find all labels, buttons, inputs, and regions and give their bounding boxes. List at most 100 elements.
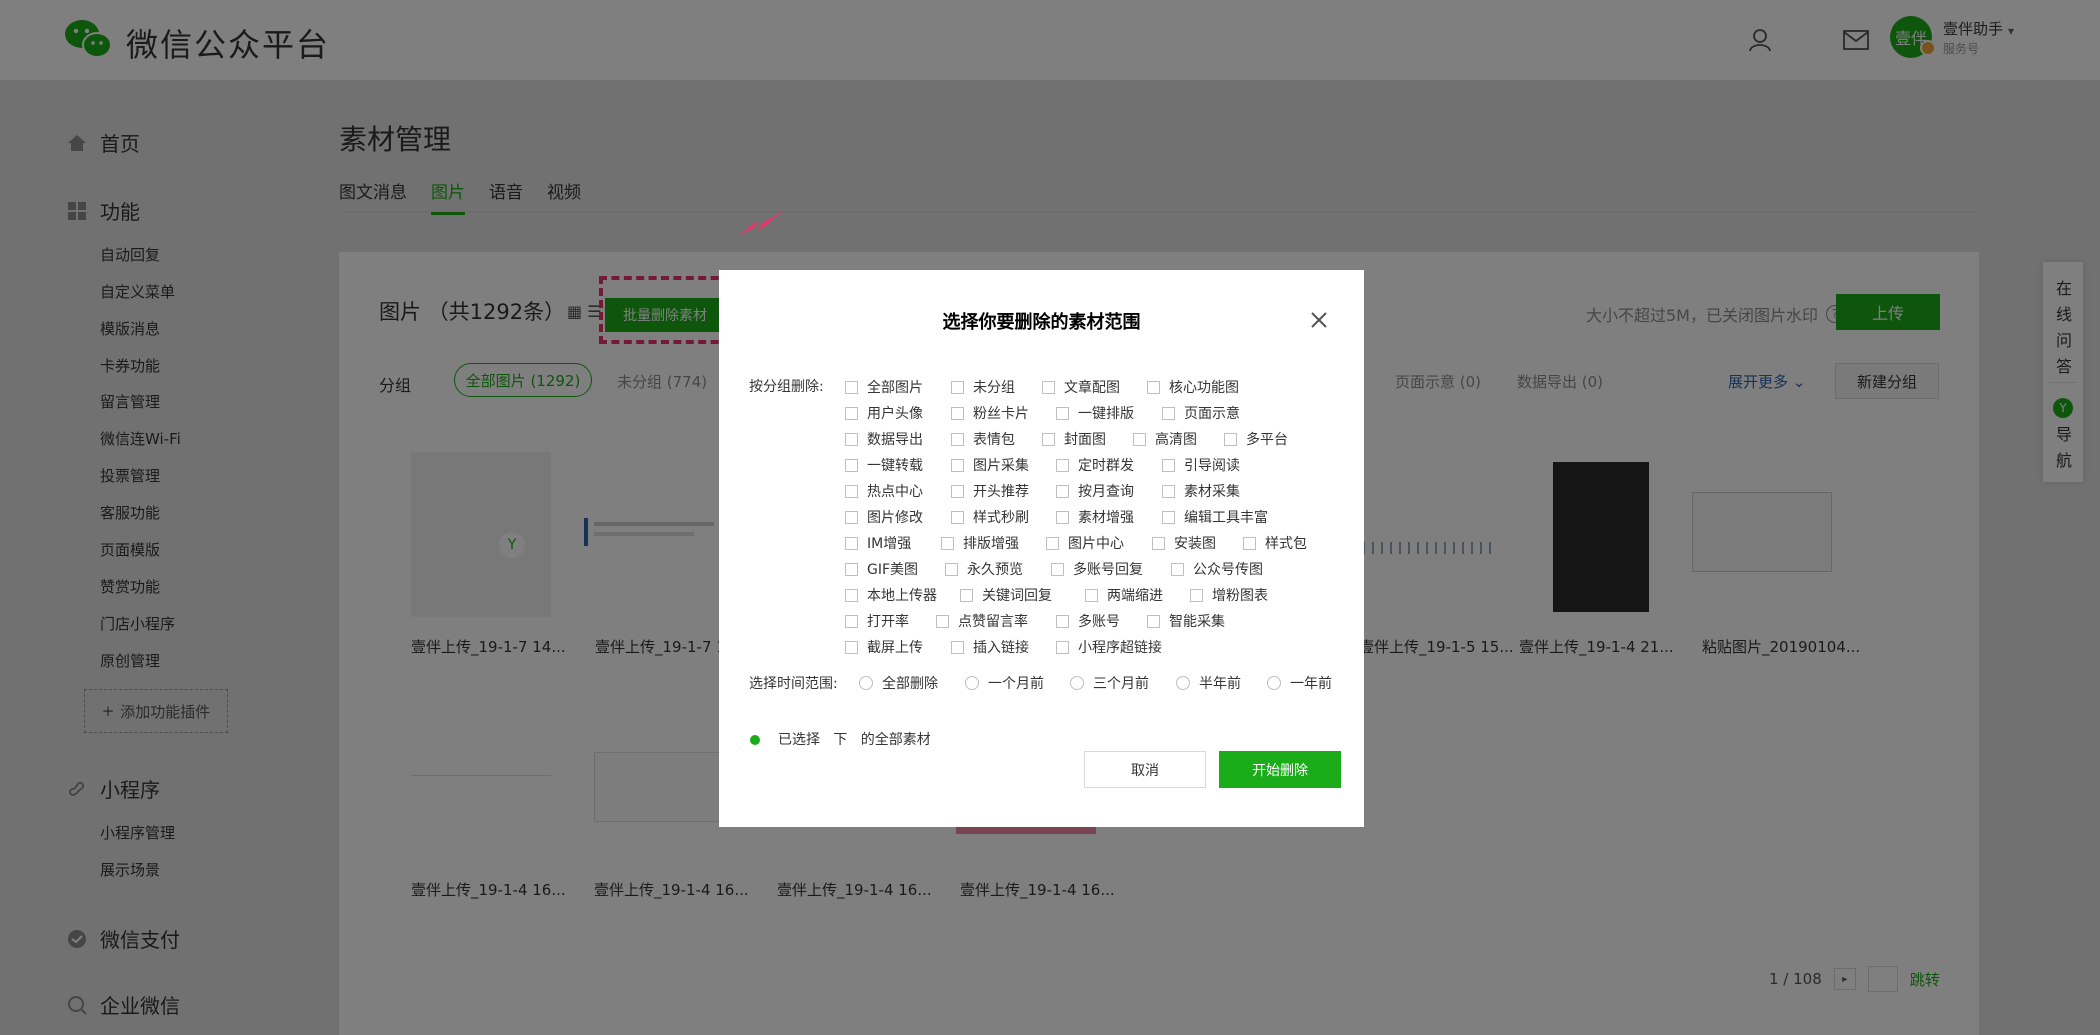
cancel-button[interactable]: 取消 <box>1084 751 1206 788</box>
checkbox-box[interactable] <box>1190 588 1203 602</box>
checkbox-group[interactable]: 素材采集 <box>1162 481 1240 501</box>
checkbox-box[interactable] <box>960 588 973 602</box>
checkbox-group[interactable]: 页面示意 <box>1162 403 1240 423</box>
checkbox-box[interactable] <box>1056 614 1069 628</box>
radio-time-1year[interactable]: 一年前 <box>1267 673 1332 693</box>
checkbox-box[interactable] <box>1152 536 1165 550</box>
radio-circle[interactable] <box>1267 676 1281 690</box>
checkbox-box[interactable] <box>845 458 858 472</box>
checkbox-box[interactable] <box>845 614 858 628</box>
checkbox-box[interactable] <box>845 406 858 420</box>
checkbox-box[interactable] <box>1056 458 1069 472</box>
checkbox-group[interactable]: 多账号 <box>1056 611 1120 631</box>
close-icon[interactable] <box>1309 310 1329 330</box>
checkbox-group[interactable]: 编辑工具丰富 <box>1162 507 1268 527</box>
checkbox-group[interactable]: 未分组 <box>951 377 1015 397</box>
checkbox-group[interactable]: 小程序超链接 <box>1056 637 1162 657</box>
checkbox-box[interactable] <box>1147 614 1160 628</box>
checkbox-box[interactable] <box>1051 562 1064 576</box>
checkbox-group[interactable]: 一键转载 <box>845 455 923 475</box>
checkbox-group[interactable]: 智能采集 <box>1147 611 1225 631</box>
checkbox-box[interactable] <box>1056 640 1069 654</box>
radio-time-all[interactable]: 全部删除 <box>859 673 938 693</box>
start-delete-button[interactable]: 开始删除 <box>1219 751 1341 788</box>
checkbox-box[interactable] <box>951 640 964 654</box>
checkbox-box[interactable] <box>951 380 964 394</box>
checkbox-group[interactable]: 粉丝卡片 <box>951 403 1029 423</box>
checkbox-box[interactable] <box>845 588 858 602</box>
checkbox-box[interactable] <box>845 380 858 394</box>
checkbox-box[interactable] <box>1046 536 1059 550</box>
checkbox-group[interactable]: 按月查询 <box>1056 481 1134 501</box>
checkbox-group[interactable]: 点赞留言率 <box>936 611 1028 631</box>
checkbox-box[interactable] <box>1056 406 1069 420</box>
checkbox-group[interactable]: 素材增强 <box>1056 507 1134 527</box>
checkbox-group[interactable]: 图片采集 <box>951 455 1029 475</box>
checkbox-box[interactable] <box>845 536 858 550</box>
checkbox-group[interactable]: 公众号传图 <box>1171 559 1263 579</box>
checkbox-box[interactable] <box>1162 406 1175 420</box>
checkbox-group[interactable]: 核心功能图 <box>1147 377 1239 397</box>
checkbox-group[interactable]: 两端缩进 <box>1085 585 1163 605</box>
radio-time-halfyear[interactable]: 半年前 <box>1176 673 1241 693</box>
checkbox-group[interactable]: 排版增强 <box>941 533 1019 553</box>
checkbox-box[interactable] <box>1133 432 1146 446</box>
radio-circle[interactable] <box>1070 676 1084 690</box>
checkbox-group[interactable]: 多账号回复 <box>1051 559 1143 579</box>
checkbox-group[interactable]: 截屏上传 <box>845 637 923 657</box>
checkbox-group[interactable]: 用户头像 <box>845 403 923 423</box>
checkbox-box[interactable] <box>845 432 858 446</box>
checkbox-box[interactable] <box>1224 432 1237 446</box>
radio-time-1month[interactable]: 一个月前 <box>965 673 1044 693</box>
checkbox-box[interactable] <box>845 640 858 654</box>
checkbox-group[interactable]: 定时群发 <box>1056 455 1134 475</box>
checkbox-box[interactable] <box>1171 562 1184 576</box>
checkbox-group[interactable]: 增粉图表 <box>1190 585 1268 605</box>
checkbox-box[interactable] <box>1056 484 1069 498</box>
checkbox-box[interactable] <box>951 458 964 472</box>
checkbox-group[interactable]: 一键排版 <box>1056 403 1134 423</box>
checkbox-box[interactable] <box>845 562 858 576</box>
checkbox-group[interactable]: 文章配图 <box>1042 377 1120 397</box>
radio-circle[interactable] <box>1176 676 1190 690</box>
checkbox-box[interactable] <box>936 614 949 628</box>
checkbox-box[interactable] <box>951 432 964 446</box>
checkbox-box[interactable] <box>951 510 964 524</box>
checkbox-box[interactable] <box>1042 432 1055 446</box>
checkbox-group[interactable]: 多平台 <box>1224 429 1288 449</box>
radio-time-3months[interactable]: 三个月前 <box>1070 673 1149 693</box>
checkbox-group[interactable]: 封面图 <box>1042 429 1106 449</box>
checkbox-group[interactable]: 表情包 <box>951 429 1015 449</box>
checkbox-group[interactable]: 热点中心 <box>845 481 923 501</box>
checkbox-group[interactable]: 样式包 <box>1243 533 1307 553</box>
checkbox-group[interactable]: 图片修改 <box>845 507 923 527</box>
checkbox-box[interactable] <box>951 406 964 420</box>
checkbox-group[interactable]: 样式秒刷 <box>951 507 1029 527</box>
checkbox-group[interactable]: 关键词回复 <box>960 585 1052 605</box>
radio-circle[interactable] <box>859 676 873 690</box>
checkbox-box[interactable] <box>845 510 858 524</box>
checkbox-box[interactable] <box>845 484 858 498</box>
checkbox-group[interactable]: GIF美图 <box>845 559 918 579</box>
checkbox-group[interactable]: 数据导出 <box>845 429 923 449</box>
checkbox-box[interactable] <box>1056 510 1069 524</box>
checkbox-box[interactable] <box>941 536 954 550</box>
checkbox-box[interactable] <box>1243 536 1256 550</box>
checkbox-group[interactable]: 打开率 <box>845 611 909 631</box>
checkbox-group[interactable]: 开头推荐 <box>951 481 1029 501</box>
checkbox-group[interactable]: IM增强 <box>845 533 911 553</box>
checkbox-group[interactable]: 永久预览 <box>945 559 1023 579</box>
checkbox-box[interactable] <box>1162 510 1175 524</box>
checkbox-group[interactable]: 图片中心 <box>1046 533 1124 553</box>
checkbox-group[interactable]: 全部图片 <box>845 377 923 397</box>
checkbox-box[interactable] <box>1162 458 1175 472</box>
checkbox-group[interactable]: 插入链接 <box>951 637 1029 657</box>
radio-circle[interactable] <box>965 676 979 690</box>
checkbox-group[interactable]: 高清图 <box>1133 429 1197 449</box>
checkbox-group[interactable]: 安装图 <box>1152 533 1216 553</box>
checkbox-box[interactable] <box>1042 380 1055 394</box>
checkbox-box[interactable] <box>945 562 958 576</box>
checkbox-box[interactable] <box>1162 484 1175 498</box>
checkbox-box[interactable] <box>1147 380 1160 394</box>
checkbox-box[interactable] <box>951 484 964 498</box>
